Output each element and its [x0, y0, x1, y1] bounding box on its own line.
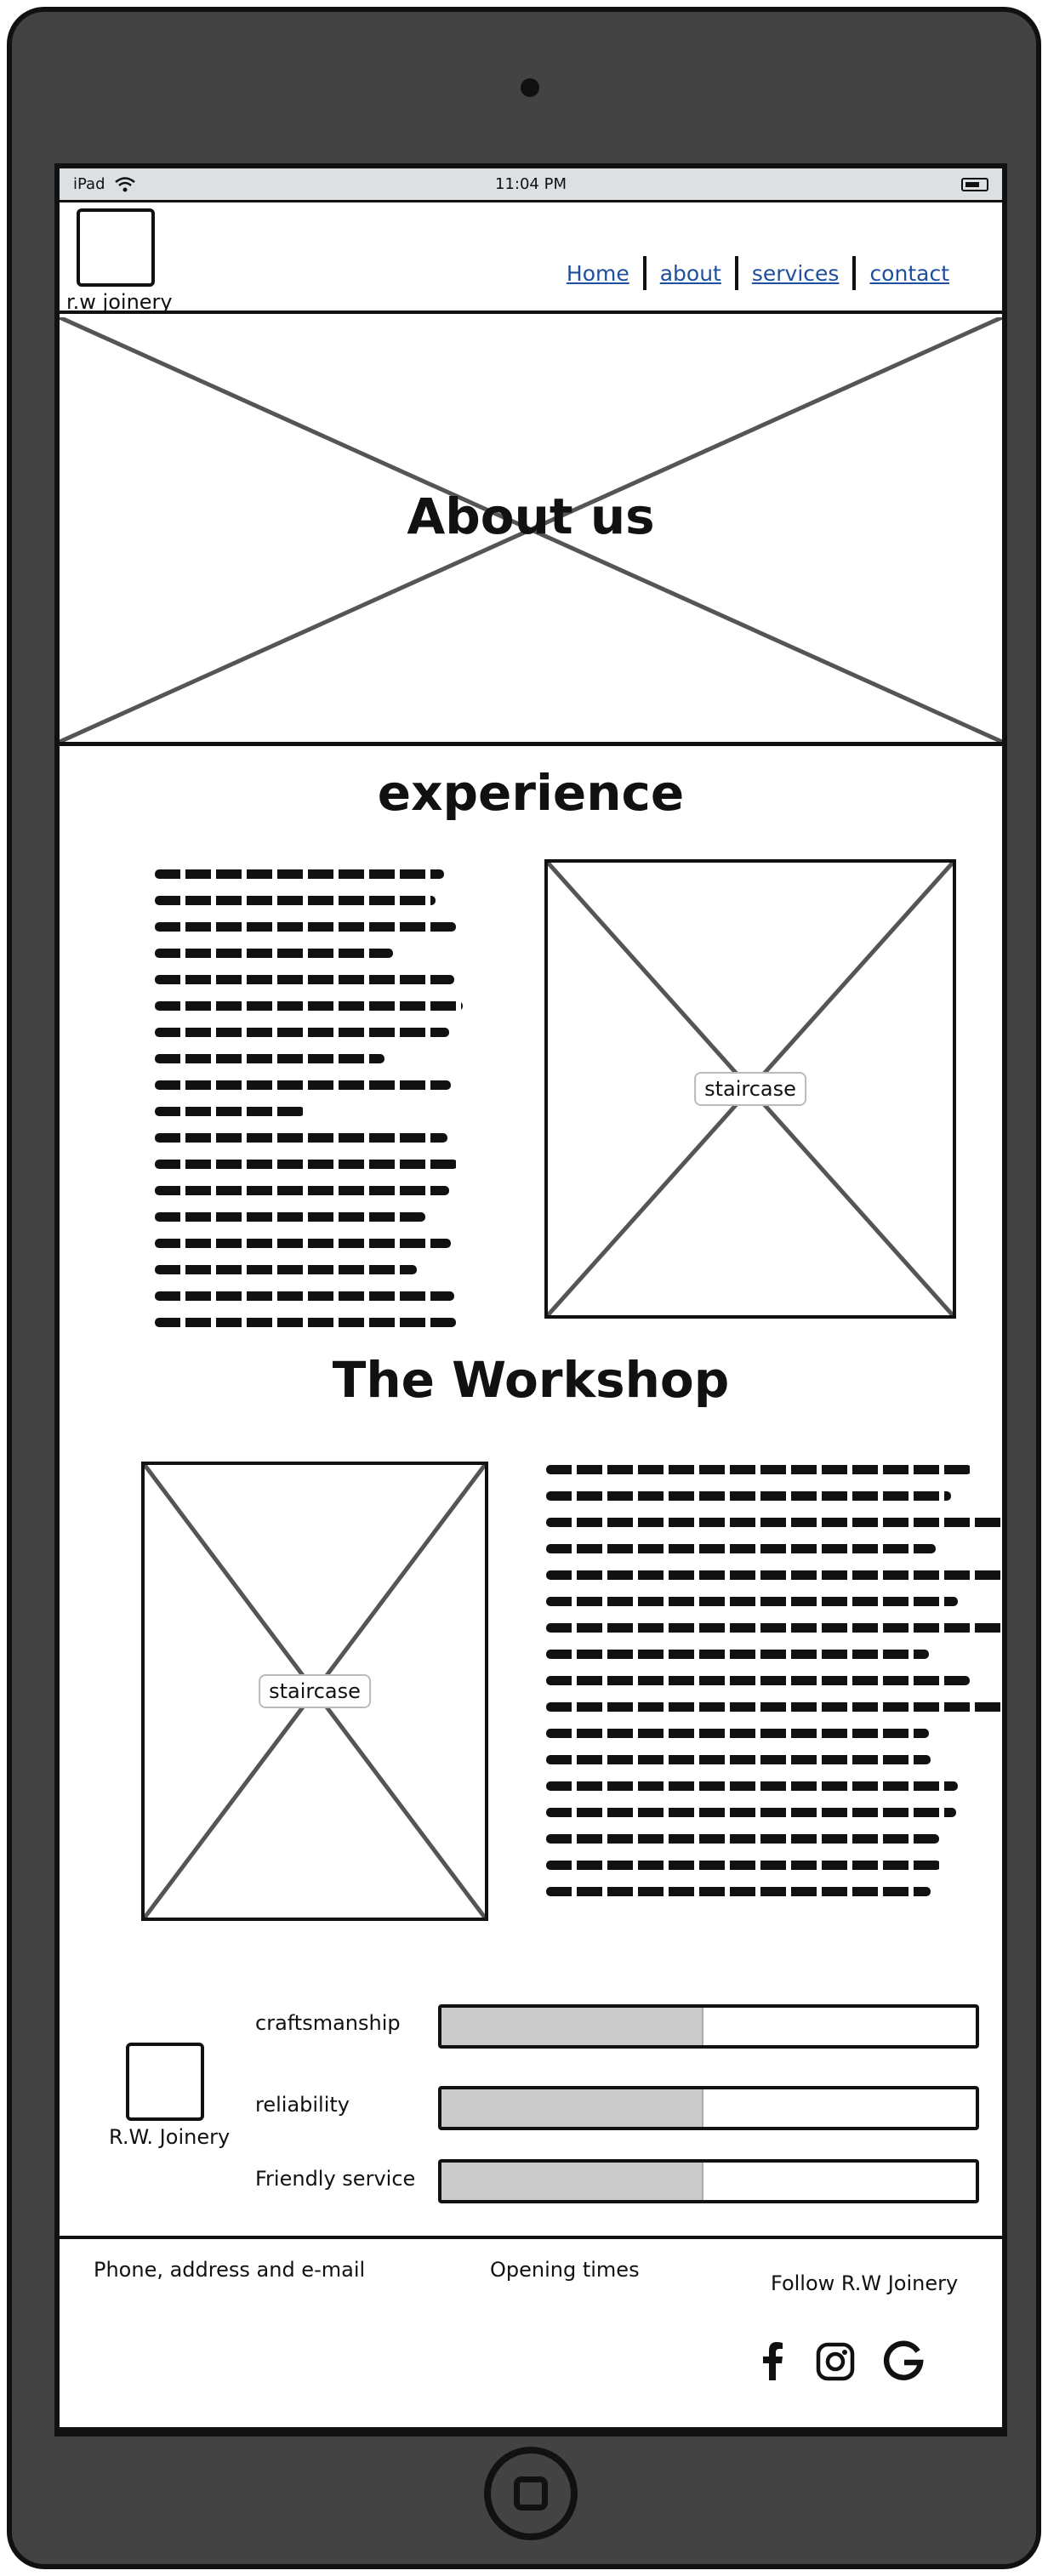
- workshop-text-placeholder: [546, 1465, 1002, 1913]
- experience-text-placeholder: [155, 869, 463, 1344]
- device-name: iPad: [73, 175, 105, 193]
- footer-follow-heading: Follow R.W Joinery: [771, 2271, 959, 2295]
- battery-icon: [961, 177, 988, 191]
- skill-bar-craftsmanship: [438, 2004, 979, 2049]
- home-button[interactable]: [484, 2447, 578, 2540]
- nav-contact-link[interactable]: contact: [856, 261, 963, 286]
- google-icon[interactable]: [881, 2339, 926, 2384]
- site-header: r.w joinery Home about services contact: [60, 205, 1002, 314]
- status-time: 11:04 PM: [495, 175, 567, 193]
- camera-icon: [521, 78, 539, 97]
- logo-placeholder[interactable]: [77, 208, 155, 287]
- wifi-icon: [114, 176, 135, 191]
- hero-title: About us: [407, 487, 655, 545]
- nav-about-link[interactable]: about: [646, 261, 735, 286]
- brand-label: R.W. Joinery: [109, 2125, 231, 2149]
- status-bar: iPad 11:04 PM: [60, 168, 1002, 202]
- skill-label-friendly-service: Friendly service: [255, 2167, 416, 2191]
- nav-home-link[interactable]: Home: [553, 261, 643, 286]
- brand-logo-placeholder: [126, 2043, 204, 2121]
- experience-image-placeholder: staircase: [544, 859, 956, 1319]
- workshop-image-placeholder: staircase: [141, 1462, 488, 1921]
- skill-bar-fill: [441, 2089, 703, 2127]
- skill-label-craftsmanship: craftsmanship: [255, 2011, 401, 2035]
- nav-services-link[interactable]: services: [738, 261, 853, 286]
- footer-contact-heading[interactable]: Phone, address and e-mail: [94, 2258, 365, 2282]
- skill-label-reliability: reliability: [255, 2093, 350, 2117]
- footer-hours-heading[interactable]: Opening times: [490, 2258, 640, 2282]
- experience-title: experience: [377, 764, 685, 822]
- experience-image-label: staircase: [694, 1072, 806, 1106]
- workshop-image-label: staircase: [259, 1674, 371, 1708]
- skill-bar-fill: [441, 2008, 703, 2045]
- ipad-frame: iPad 11:04 PM r.w joinery Home about ser…: [7, 7, 1041, 2569]
- logo-text: r.w joinery: [66, 290, 173, 314]
- facebook-icon[interactable]: [750, 2339, 795, 2384]
- main-nav: Home about services contact: [553, 256, 963, 290]
- hero-banner: About us: [60, 317, 1002, 746]
- skill-bar-fill: [441, 2163, 703, 2200]
- instagram-icon[interactable]: [813, 2339, 857, 2384]
- workshop-title: The Workshop: [332, 1351, 730, 1409]
- skill-bar-friendly-service: [438, 2159, 979, 2203]
- skill-bar-reliability: [438, 2086, 979, 2130]
- screen: iPad 11:04 PM r.w joinery Home about ser…: [54, 163, 1007, 2436]
- home-button-icon: [514, 2476, 548, 2510]
